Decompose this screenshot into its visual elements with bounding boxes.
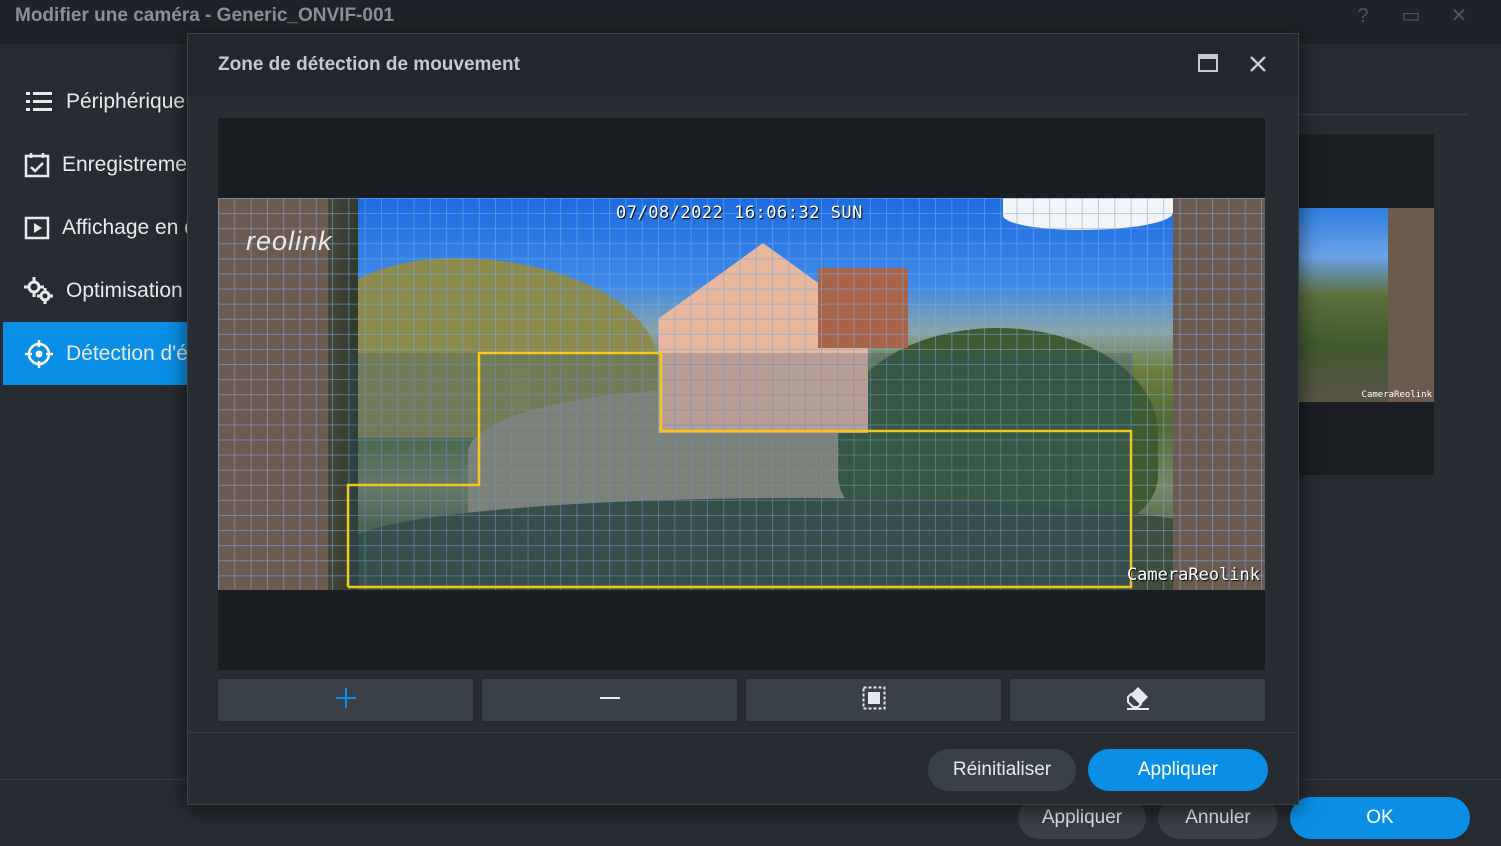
sidebar-item-optimization[interactable]: Optimisation: [0, 259, 188, 322]
gears-icon: [24, 276, 54, 306]
ok-button[interactable]: OK: [1290, 797, 1470, 839]
erase-zone-button[interactable]: [1010, 679, 1265, 721]
detection-zone[interactable]: [218, 198, 1265, 590]
camera-preview-label: CameraReolink: [1361, 390, 1432, 400]
remove-zone-button[interactable]: [482, 679, 737, 721]
close-icon[interactable]: ✕: [1447, 4, 1471, 28]
dialog-title: Zone de détection de mouvement: [218, 54, 520, 75]
sidebar-item-label: Périphérique: [66, 89, 186, 113]
eraser-icon: [1125, 686, 1151, 715]
zone-toolbar: [218, 679, 1265, 721]
camera-preview: CameraReolink: [1298, 134, 1434, 475]
minus-icon: [599, 687, 621, 714]
calendar-check-icon: [24, 150, 50, 180]
sidebar-item-device[interactable]: Périphérique: [0, 70, 188, 133]
help-icon[interactable]: ?: [1351, 4, 1375, 28]
camera-timestamp: 07/08/2022 16:06:32 SUN: [616, 203, 863, 223]
reset-button[interactable]: Réinitialiser: [928, 749, 1076, 791]
motion-zone-dialog: Zone de détection de mouvement 07/08/202…: [187, 33, 1299, 805]
camera-label: CameraReolink: [1126, 565, 1260, 585]
window-title: Modifier une caméra - Generic_ONVIF-001: [15, 5, 395, 26]
maximize-icon[interactable]: [1198, 54, 1218, 74]
dialog-footer-divider: [188, 732, 1298, 733]
dialog-apply-button[interactable]: Appliquer: [1088, 749, 1268, 791]
dialog-header: Zone de détection de mouvement: [188, 34, 1298, 95]
plus-icon: [335, 687, 357, 714]
sidebar-item-recording[interactable]: Enregistrement: [0, 133, 188, 196]
camera-logo: reolink: [246, 226, 333, 256]
select-all-button[interactable]: [746, 679, 1001, 721]
sidebar: Périphérique Enregistrement Affichage en…: [0, 70, 188, 385]
zone-editor: 07/08/2022 16:06:32 SUN reolink CameraRe…: [218, 118, 1265, 670]
play-square-icon: [24, 213, 50, 243]
window-controls: ? ▭ ✕: [1351, 4, 1471, 28]
tab-divider: [1298, 114, 1468, 115]
sidebar-item-label: Enregistrement: [62, 152, 188, 176]
sidebar-item-label: Affichage en direct: [62, 215, 188, 239]
add-zone-button[interactable]: [218, 679, 473, 721]
select-all-icon: [862, 686, 886, 715]
crosshair-icon: [24, 339, 54, 369]
sidebar-item-label: Détection d'événements: [66, 341, 188, 365]
sidebar-item-event-detection[interactable]: Détection d'événements: [3, 322, 188, 385]
sidebar-item-live-view[interactable]: Affichage en direct: [0, 196, 188, 259]
sidebar-item-label: Optimisation: [66, 278, 183, 302]
camera-preview-image: CameraReolink: [1298, 208, 1434, 402]
list-icon: [24, 87, 54, 117]
close-icon[interactable]: [1246, 52, 1270, 76]
maximize-icon[interactable]: ▭: [1399, 4, 1423, 28]
camera-snapshot[interactable]: 07/08/2022 16:06:32 SUN reolink CameraRe…: [218, 198, 1265, 590]
